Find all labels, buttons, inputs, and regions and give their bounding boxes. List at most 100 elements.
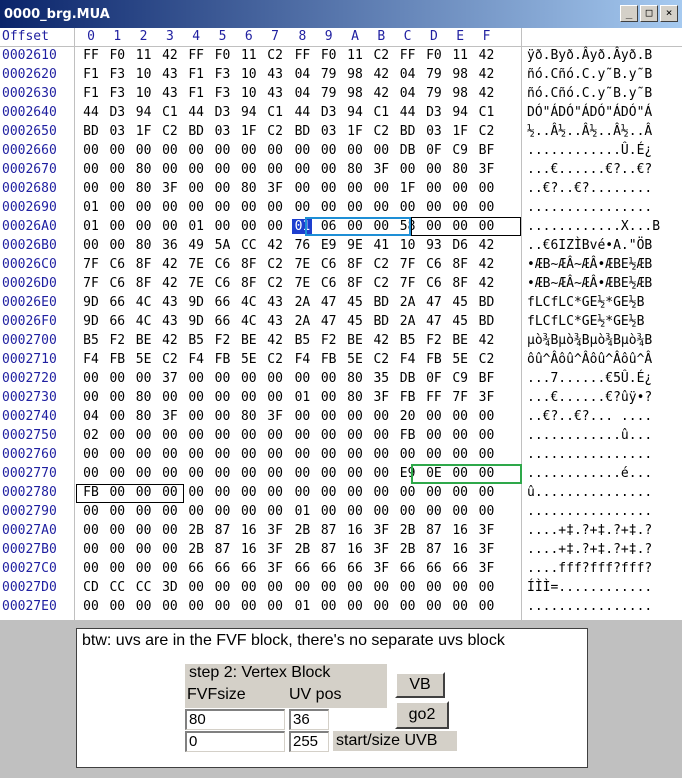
hex-byte[interactable]: 11: [134, 48, 154, 63]
hex-row[interactable]: 0002710 F4 FB 5E C2 F4 FB 5E C2 F4 FB 5E C2 F4 FB 5E C2 ô…: [0, 351, 682, 370]
hex-byte[interactable]: 00: [319, 390, 339, 405]
hex-byte[interactable]: 00: [371, 409, 391, 424]
hex-byte[interactable]: 00: [424, 162, 444, 177]
hex-byte[interactable]: 42: [477, 48, 497, 63]
hex-byte[interactable]: 98: [345, 86, 365, 101]
hex-byte[interactable]: 00: [186, 466, 206, 481]
hex-byte[interactable]: 00: [213, 580, 233, 595]
hex-byte[interactable]: 3F: [265, 561, 285, 576]
hex-byte[interactable]: 00: [186, 371, 206, 386]
hex-byte[interactable]: FF: [81, 48, 101, 63]
hex-byte[interactable]: 1F: [239, 124, 259, 139]
hex-byte[interactable]: 00: [477, 485, 497, 500]
hex-byte[interactable]: B5: [186, 333, 206, 348]
hex-byte[interactable]: 00: [319, 580, 339, 595]
hex-byte[interactable]: 4C: [239, 314, 259, 329]
hex-byte[interactable]: 00: [160, 143, 180, 158]
hex-byte[interactable]: CC: [134, 580, 154, 595]
hex-byte[interactable]: 00: [213, 390, 233, 405]
hex-byte[interactable]: 5E: [450, 352, 470, 367]
hex-byte[interactable]: 00: [292, 466, 312, 481]
hex-byte[interactable]: 8F: [345, 257, 365, 272]
hex-row[interactable]: 0002730 00 00 80 00 00 00 00 00 01 00 80 3F FB FF 7F 3F.…: [0, 389, 682, 408]
hex-byte[interactable]: 80: [134, 162, 154, 177]
ascii-text[interactable]: ÿð.Byð.Âyð.Âyð.B: [527, 48, 652, 63]
hex-byte[interactable]: F3: [107, 67, 127, 82]
hex-byte[interactable]: 00: [107, 542, 127, 557]
hex-byte[interactable]: 80: [134, 238, 154, 253]
hex-byte[interactable]: CD: [81, 580, 101, 595]
hex-byte[interactable]: 87: [213, 523, 233, 538]
hex-byte[interactable]: BD: [81, 124, 101, 139]
ascii-text[interactable]: ....+‡.?+‡.?+‡.?: [527, 523, 652, 538]
hex-byte[interactable]: 00: [107, 447, 127, 462]
hex-byte[interactable]: F2: [213, 333, 233, 348]
ascii-text[interactable]: ÍÌÌ=............: [527, 580, 652, 595]
hex-byte[interactable]: 00: [186, 162, 206, 177]
ascii-text[interactable]: •ÆB~ÆÂ~ÆÂ•ÆBE½ÆB: [527, 257, 652, 272]
hex-byte[interactable]: 00: [213, 447, 233, 462]
ascii-text[interactable]: û...............: [527, 485, 652, 500]
uvb-start-field[interactable]: 0: [185, 731, 285, 752]
hex-byte[interactable]: CC: [107, 580, 127, 595]
hex-byte[interactable]: DB: [398, 143, 418, 158]
hex-byte[interactable]: 00: [213, 181, 233, 196]
hex-byte[interactable]: 00: [477, 466, 497, 481]
hex-byte[interactable]: 00: [213, 485, 233, 500]
hex-byte[interactable]: 00: [319, 181, 339, 196]
hex-byte[interactable]: 00: [345, 447, 365, 462]
hex-byte[interactable]: 3F: [265, 409, 285, 424]
hex-byte[interactable]: 87: [213, 542, 233, 557]
hex-byte[interactable]: 3F: [160, 409, 180, 424]
hex-byte[interactable]: 80: [345, 371, 365, 386]
hex-byte[interactable]: C2: [265, 352, 285, 367]
hex-row[interactable]: 0002650 BD 03 1F C2 BD 03 1F C2 BD 03 1F C2 BD 03 1F C2 ½…: [0, 123, 682, 142]
hex-byte[interactable]: 00: [477, 599, 497, 614]
hex-byte[interactable]: 00: [424, 219, 444, 234]
hex-byte[interactable]: 00: [213, 599, 233, 614]
hex-byte[interactable]: D3: [213, 105, 233, 120]
hex-byte[interactable]: 00: [424, 409, 444, 424]
hex-byte[interactable]: 66: [424, 561, 444, 576]
hex-byte[interactable]: C2: [477, 352, 497, 367]
hex-byte[interactable]: 2B: [292, 523, 312, 538]
hex-byte[interactable]: FB: [107, 352, 127, 367]
hex-byte[interactable]: 00: [450, 428, 470, 443]
hex-byte[interactable]: 66: [450, 561, 470, 576]
ascii-text[interactable]: ....fff?fff?fff?: [527, 561, 652, 576]
hex-byte[interactable]: BF: [477, 371, 497, 386]
hex-row[interactable]: 0002770 00 00 00 00 00 00 00 00 00 00 00 00 E9 0E 00 00.…: [0, 465, 682, 484]
ascii-text[interactable]: ................: [527, 599, 652, 614]
hex-byte[interactable]: 00: [477, 200, 497, 215]
hex-byte[interactable]: E9: [319, 238, 339, 253]
hex-byte[interactable]: 00: [239, 485, 259, 500]
hex-byte[interactable]: 3F: [371, 542, 391, 557]
hex-byte[interactable]: C1: [265, 105, 285, 120]
hex-byte[interactable]: 00: [160, 599, 180, 614]
hex-row[interactable]: 0002700 B5 F2 BE 42 B5 F2 BE 42 B5 F2 BE 42 B5 F2 BE 42 µ…: [0, 332, 682, 351]
hex-row[interactable]: 0002790 00 00 00 00 00 00 00 00 01 00 00 00 00 00 00 00.…: [0, 503, 682, 522]
hex-byte[interactable]: C6: [107, 276, 127, 291]
hex-byte[interactable]: F4: [292, 352, 312, 367]
hex-byte[interactable]: 00: [292, 200, 312, 215]
hex-byte[interactable]: 3F: [477, 390, 497, 405]
hex-byte[interactable]: 8F: [134, 257, 154, 272]
hex-byte[interactable]: 5E: [239, 352, 259, 367]
hex-byte[interactable]: 00: [239, 580, 259, 595]
hex-byte[interactable]: 66: [292, 561, 312, 576]
hex-byte[interactable]: C1: [160, 105, 180, 120]
ascii-text[interactable]: ............Û.É¿: [527, 143, 652, 158]
hex-byte[interactable]: 80: [239, 409, 259, 424]
hex-byte[interactable]: C2: [371, 124, 391, 139]
hex-byte[interactable]: 43: [265, 295, 285, 310]
hex-byte[interactable]: 04: [292, 86, 312, 101]
hex-byte[interactable]: B5: [292, 333, 312, 348]
hex-byte[interactable]: 00: [213, 428, 233, 443]
hex-byte[interactable]: 00: [81, 181, 101, 196]
hex-byte[interactable]: 42: [477, 333, 497, 348]
hex-row[interactable]: 0002760 00 00 00 00 00 00 00 00 00 00 00 00 00 00 00 00.…: [0, 446, 682, 465]
hex-byte[interactable]: 58: [398, 219, 418, 234]
hex-byte[interactable]: 00: [160, 390, 180, 405]
hex-byte[interactable]: 00: [477, 409, 497, 424]
hex-byte[interactable]: 79: [424, 67, 444, 82]
